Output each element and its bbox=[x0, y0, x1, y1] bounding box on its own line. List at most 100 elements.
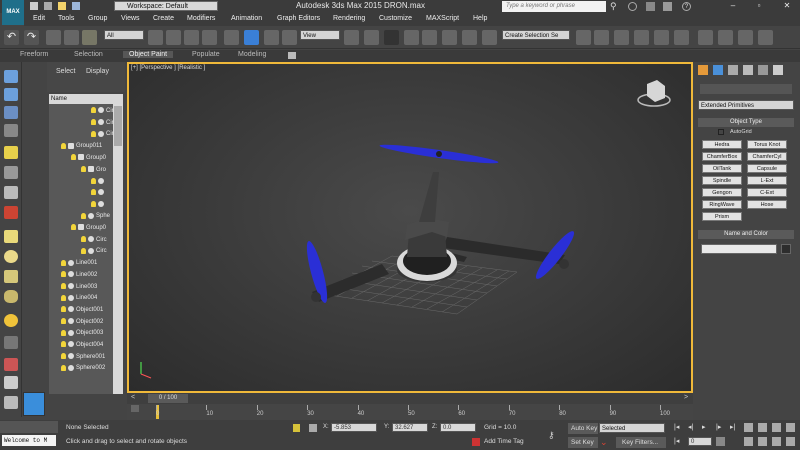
maxscript-listener-top[interactable] bbox=[0, 421, 58, 433]
selection-filter-dropdown[interactable]: All bbox=[104, 30, 144, 40]
set-key-button[interactable]: Set Key bbox=[568, 437, 598, 448]
tab-selection[interactable]: Selection bbox=[74, 51, 103, 58]
angle-snap-icon[interactable] bbox=[422, 30, 437, 45]
list-item[interactable]: Object002 bbox=[61, 317, 103, 329]
auto-key-button[interactable]: Auto Key bbox=[568, 423, 598, 434]
layers-icon[interactable] bbox=[4, 124, 18, 137]
hierarchy-tab-icon[interactable] bbox=[728, 65, 738, 75]
c-ext-button[interactable]: C-Ext bbox=[747, 188, 787, 197]
capsule-button[interactable]: Capsule bbox=[747, 164, 787, 173]
torus-knot-button[interactable]: Torus Knot bbox=[747, 140, 787, 149]
light-bulb-icon[interactable] bbox=[61, 318, 66, 325]
hedra-button[interactable]: Hedra bbox=[702, 140, 742, 149]
light-bulb-icon[interactable] bbox=[81, 212, 86, 219]
search-icon[interactable]: ⚲ bbox=[610, 1, 621, 12]
dynamics-icon[interactable] bbox=[4, 358, 18, 371]
menu-views[interactable]: Views bbox=[121, 15, 140, 22]
list-item[interactable]: Gro bbox=[81, 165, 106, 177]
time-slider-next-icon[interactable]: > bbox=[684, 394, 688, 401]
signin-icon[interactable] bbox=[646, 2, 655, 11]
undo-quick-icon[interactable] bbox=[30, 2, 38, 10]
scene-tab-select[interactable]: Select bbox=[56, 68, 75, 75]
layer-explorer-icon[interactable] bbox=[614, 30, 629, 45]
autogrid-checkbox[interactable] bbox=[718, 129, 724, 135]
next-frame-icon[interactable]: |▸ bbox=[716, 423, 725, 432]
light-bulb-icon[interactable] bbox=[81, 165, 86, 172]
rig-icon[interactable] bbox=[4, 376, 18, 389]
spacewarp-icon[interactable] bbox=[4, 206, 18, 219]
redo-icon[interactable]: ↷ bbox=[24, 30, 39, 45]
modify-tab-icon[interactable] bbox=[713, 65, 723, 75]
light-bulb-icon[interactable] bbox=[61, 271, 66, 278]
create-tab-icon[interactable] bbox=[698, 65, 708, 75]
camera-icon[interactable] bbox=[4, 166, 18, 179]
z-coordinate-field[interactable]: 0.0 bbox=[440, 423, 476, 432]
ringwave-button[interactable]: RingWave bbox=[702, 200, 742, 209]
list-item[interactable]: Object003 bbox=[61, 328, 103, 340]
pan-icon[interactable] bbox=[758, 437, 767, 446]
align-icon[interactable] bbox=[594, 30, 609, 45]
menu-create[interactable]: Create bbox=[153, 15, 174, 22]
close-button[interactable]: ✕ bbox=[776, 0, 798, 12]
zoom-extents-all-icon[interactable] bbox=[786, 423, 795, 432]
list-item[interactable] bbox=[91, 176, 106, 188]
select-by-name-icon[interactable] bbox=[166, 30, 181, 45]
particle-icon[interactable] bbox=[4, 336, 18, 349]
reference-coordinate-dropdown[interactable]: View bbox=[300, 30, 340, 40]
list-item[interactable]: Line004 bbox=[61, 293, 97, 305]
schematic-view-icon[interactable] bbox=[674, 30, 689, 45]
key-filters-button[interactable]: Key Filters... bbox=[616, 437, 666, 448]
hose-button[interactable]: Hose bbox=[747, 200, 787, 209]
named-selection-dropdown[interactable]: Create Selection Se bbox=[502, 30, 570, 40]
subscription-icon[interactable] bbox=[628, 2, 637, 11]
hierarchy-icon[interactable] bbox=[4, 106, 18, 119]
percent-snap-icon[interactable] bbox=[442, 30, 457, 45]
object-name-field[interactable] bbox=[701, 244, 777, 254]
light-icon[interactable] bbox=[4, 146, 18, 159]
menu-rendering[interactable]: Rendering bbox=[333, 15, 365, 22]
menu-group[interactable]: Group bbox=[88, 15, 107, 22]
mini-curve-editor-icon[interactable] bbox=[131, 405, 139, 412]
spindle-button[interactable]: Spindle bbox=[702, 176, 742, 185]
sphere-icon[interactable] bbox=[4, 250, 18, 263]
primitive-type-dropdown[interactable]: Extended Primitives bbox=[698, 100, 794, 110]
bind-spacewarp-icon[interactable] bbox=[82, 30, 97, 45]
tab-object-paint[interactable]: Object Paint bbox=[123, 51, 174, 58]
light-bulb-icon[interactable] bbox=[91, 177, 96, 184]
render-production-icon[interactable] bbox=[758, 30, 773, 45]
light-bulb-icon[interactable] bbox=[91, 119, 96, 126]
sun-icon[interactable] bbox=[4, 314, 18, 327]
light-bulb-icon[interactable] bbox=[61, 329, 66, 336]
select-scale-icon[interactable] bbox=[264, 30, 279, 45]
list-item[interactable]: Line001 bbox=[61, 258, 97, 270]
selected-set-dropdown[interactable]: Selected bbox=[599, 423, 665, 433]
time-config-icon[interactable] bbox=[716, 437, 725, 446]
light-bulb-icon[interactable] bbox=[91, 189, 96, 196]
place-icon[interactable] bbox=[282, 30, 297, 45]
edit-named-selection-icon[interactable] bbox=[482, 30, 497, 45]
display-icon[interactable] bbox=[4, 88, 18, 101]
light-bulb-icon[interactable] bbox=[61, 306, 66, 313]
snaps-toggle-icon[interactable] bbox=[404, 30, 419, 45]
list-item[interactable]: Group0 bbox=[71, 223, 106, 235]
name-column-header[interactable]: Name bbox=[49, 94, 123, 104]
light-bulb-icon[interactable] bbox=[71, 154, 76, 161]
scene-scrollbar[interactable] bbox=[113, 104, 123, 394]
oiltank-button[interactable]: OilTank bbox=[702, 164, 742, 173]
object-color-swatch[interactable] bbox=[781, 244, 791, 254]
minimize-button[interactable]: – bbox=[722, 0, 744, 12]
search-input[interactable]: Type a keyword or phrase bbox=[502, 1, 606, 12]
menu-animation[interactable]: Animation bbox=[231, 15, 262, 22]
motion-tab-icon[interactable] bbox=[743, 65, 753, 75]
zoom-extents-icon[interactable] bbox=[772, 423, 781, 432]
save-icon[interactable] bbox=[72, 2, 80, 10]
list-item[interactable]: Object004 bbox=[61, 340, 103, 352]
light-bulb-icon[interactable] bbox=[91, 130, 96, 137]
rendered-frame-window-icon[interactable] bbox=[738, 30, 753, 45]
add-time-tag-button[interactable]: Add Time Tag bbox=[484, 438, 524, 445]
time-slider[interactable] bbox=[127, 393, 693, 404]
light-bulb-icon[interactable] bbox=[71, 224, 76, 231]
current-frame-field[interactable]: 0 bbox=[688, 437, 712, 446]
material-editor-icon[interactable] bbox=[698, 30, 713, 45]
play-icon[interactable]: ▸ bbox=[702, 423, 711, 432]
